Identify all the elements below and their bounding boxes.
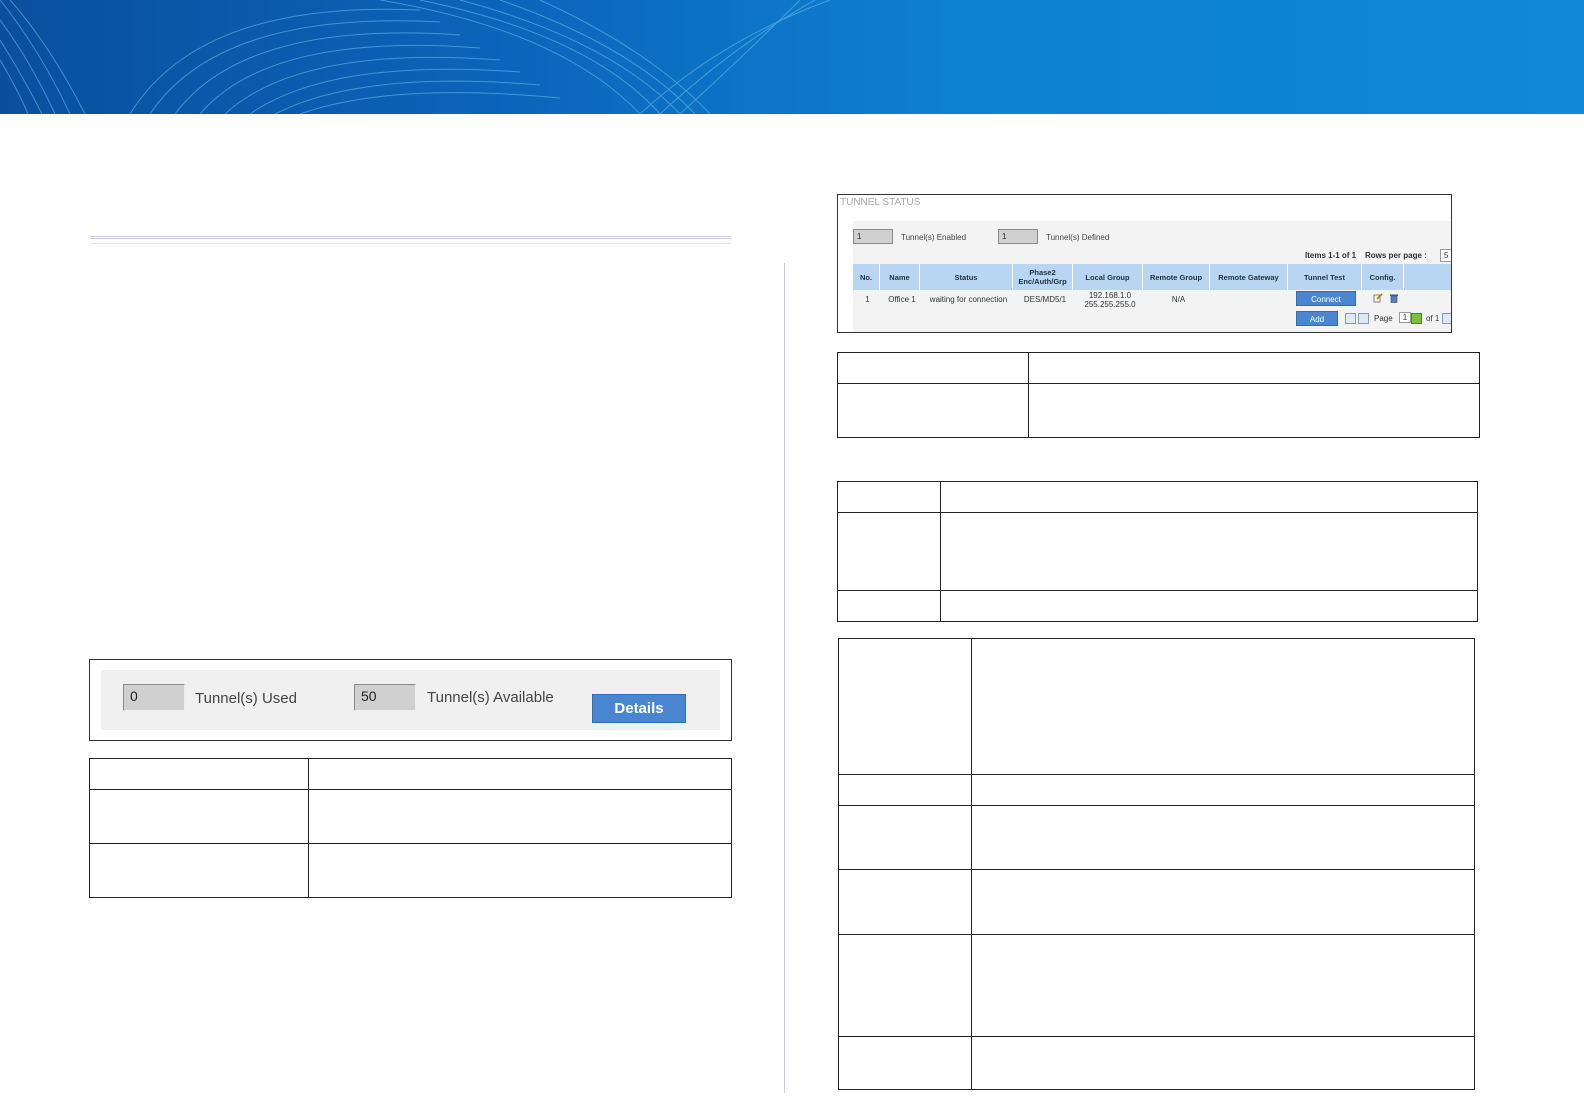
table-cell xyxy=(837,512,941,591)
row-local-group-network: 192.168.1.0 xyxy=(1088,291,1132,300)
tunnels-used-label: Tunnel(s) Used xyxy=(195,690,297,707)
table-row xyxy=(838,934,1475,1037)
column-header-remote-group: Remote Group xyxy=(1143,264,1210,290)
edit-icon[interactable] xyxy=(1373,293,1383,303)
row-remote-group: N/A xyxy=(1171,295,1186,304)
table-row xyxy=(838,1036,1475,1090)
tunnel-status-title: TUNNEL STATUS xyxy=(840,197,921,208)
tunnels-enabled-field: 1 xyxy=(853,229,893,244)
tunnels-available-label: Tunnel(s) Available xyxy=(427,689,554,706)
page-dropdown-icon[interactable] xyxy=(1411,313,1422,324)
table-row xyxy=(837,352,1480,384)
table-row xyxy=(837,512,1478,591)
table-cell xyxy=(89,789,309,844)
row-status: waiting for connection xyxy=(929,295,1008,304)
page-label: Page xyxy=(1374,314,1393,323)
column-header-status: Status xyxy=(920,264,1013,290)
table-row xyxy=(837,590,1478,622)
column-header-no: No. xyxy=(853,264,880,290)
column-header-local-group: Local Group xyxy=(1073,264,1143,290)
table-cell xyxy=(308,843,732,898)
column-header-phase2: Phase2 Enc/Auth/Grp xyxy=(1013,264,1073,290)
column-header-remote-gateway: Remote Gateway xyxy=(1210,264,1288,290)
table-row xyxy=(89,758,732,790)
table-cell xyxy=(838,934,972,1037)
tunnels-defined-label: Tunnel(s) Defined xyxy=(1046,233,1110,242)
table-cell xyxy=(308,789,732,844)
left-field-table xyxy=(89,758,732,898)
table-cell xyxy=(838,638,972,775)
page-select[interactable]: 1 xyxy=(1399,312,1411,323)
row-no: 1 xyxy=(865,295,870,304)
table-cell xyxy=(837,590,941,622)
right-field-table-1 xyxy=(837,352,1480,438)
items-count: Items 1-1 of 1 xyxy=(1305,251,1357,260)
tunnels-used-field: 0 xyxy=(123,684,185,711)
next-page-icon[interactable] xyxy=(1442,313,1451,324)
header-banner xyxy=(0,0,1584,114)
row-name: Office 1 xyxy=(888,295,916,304)
table-cell xyxy=(838,1036,972,1090)
table-row xyxy=(837,481,1478,513)
delete-icon[interactable] xyxy=(1389,293,1399,303)
right-field-table-3 xyxy=(838,638,1475,1090)
table-cell xyxy=(940,590,1478,622)
table-cell xyxy=(971,774,1475,806)
previous-page-icon[interactable] xyxy=(1358,313,1369,324)
table-cell xyxy=(1028,383,1480,438)
table-row xyxy=(838,774,1475,806)
right-field-table-2 xyxy=(837,481,1478,622)
table-cell xyxy=(971,638,1475,775)
table-cell xyxy=(971,1036,1475,1090)
section-rule xyxy=(90,236,731,239)
table-cell xyxy=(89,843,309,898)
row-phase2: DES/MD5/1 xyxy=(1023,295,1067,304)
connect-button[interactable]: Connect xyxy=(1296,291,1356,306)
first-page-icon[interactable] xyxy=(1345,313,1356,324)
table-row xyxy=(838,805,1475,870)
table-row xyxy=(838,638,1475,775)
table-cell xyxy=(838,869,972,935)
page-total: of 1 xyxy=(1426,314,1440,323)
table-cell xyxy=(838,805,972,870)
tunnel-status-panel: TUNNEL STATUS 1 Tunnel(s) Enabled 1 Tunn… xyxy=(837,194,1452,333)
table-cell xyxy=(940,481,1478,513)
tunnels-available-field: 50 xyxy=(354,684,416,711)
banner-wave-graphic xyxy=(0,0,831,114)
table-cell xyxy=(1028,352,1480,384)
table-row xyxy=(89,789,732,844)
table-cell xyxy=(837,383,1029,438)
column-header-name: Name xyxy=(880,264,920,290)
rows-per-page-label: Rows per page : xyxy=(1365,251,1427,260)
column-header-tunnel-test: Tunnel Test xyxy=(1288,264,1362,290)
table-cell xyxy=(940,512,1478,591)
add-button[interactable]: Add xyxy=(1296,311,1338,326)
table-cell xyxy=(837,352,1029,384)
tunnels-enabled-label: Tunnel(s) Enabled xyxy=(901,233,967,242)
table-cell xyxy=(971,869,1475,935)
table-cell xyxy=(838,774,972,806)
details-button[interactable]: Details xyxy=(592,694,686,723)
tunnels-defined-field: 1 xyxy=(998,229,1038,244)
column-divider xyxy=(784,263,785,1093)
column-header-config: Config. xyxy=(1362,264,1404,290)
tunnel-usage-panel: 0 Tunnel(s) Used 50 Tunnel(s) Available … xyxy=(89,659,732,741)
row-local-group-mask: 255.255.255.0 xyxy=(1084,300,1136,309)
table-row xyxy=(89,843,732,898)
table-row xyxy=(838,869,1475,935)
table-cell xyxy=(837,481,941,513)
table-row xyxy=(837,383,1480,438)
tunnel-usage-inner: 0 Tunnel(s) Used 50 Tunnel(s) Available … xyxy=(101,670,720,730)
section-rule-secondary xyxy=(90,243,731,244)
table-cell xyxy=(89,758,309,790)
table-cell xyxy=(971,934,1475,1037)
tunnel-table-header: No. Name Status Phase2 Enc/Auth/Grp Loca… xyxy=(853,264,1451,290)
table-cell xyxy=(308,758,732,790)
rows-per-page-select[interactable]: 5 xyxy=(1440,249,1451,262)
table-cell xyxy=(971,805,1475,870)
